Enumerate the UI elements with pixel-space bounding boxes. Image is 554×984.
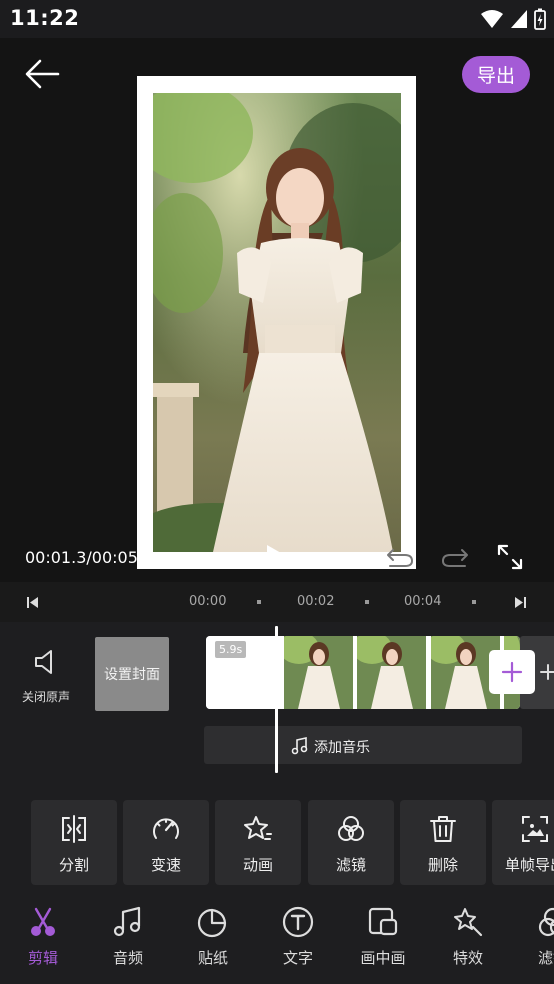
scissors-icon <box>31 907 55 936</box>
skip-to-start-icon[interactable] <box>26 596 39 609</box>
tab-label: 贴纸 <box>197 949 228 967</box>
delete-icon <box>430 816 456 842</box>
tab-label: 滤镜 <box>537 949 554 967</box>
skip-to-end-icon[interactable] <box>514 596 527 609</box>
clip-thumbnail <box>284 636 353 709</box>
tab-label: 特效 <box>452 949 483 967</box>
timecode: 00:01.3/00:05 <box>25 548 138 567</box>
video-track[interactable]: 5.9s <box>206 636 520 709</box>
add-music-track[interactable]: 添加音乐 <box>204 726 522 764</box>
music-note-icon <box>113 906 141 937</box>
preview-area <box>0 38 554 582</box>
clip-thumbnail <box>357 636 426 709</box>
redo-icon[interactable] <box>440 545 470 569</box>
clip-duration-badge: 5.9s <box>215 641 247 658</box>
split-icon <box>62 815 86 843</box>
tool-label: 动画 <box>242 856 273 874</box>
delete-button[interactable]: 删除 <box>400 800 486 885</box>
tab-label: 画中画 <box>360 949 406 967</box>
tool-label: 滤镜 <box>335 856 366 874</box>
mute-original-audio-button[interactable]: 关闭原声 <box>14 646 78 710</box>
tab-audio[interactable]: 音频 <box>92 906 162 972</box>
export-button[interactable]: 导出 <box>462 56 530 93</box>
battery-icon <box>534 8 546 30</box>
status-icons <box>480 7 546 31</box>
tool-label: 单帧导出 <box>504 856 554 874</box>
tab-edit[interactable]: 剪辑 <box>7 906 77 972</box>
ruler-dot <box>257 600 261 604</box>
sticker-icon <box>197 908 227 938</box>
tool-label: 分割 <box>58 856 89 874</box>
tab-label: 剪辑 <box>27 949 58 967</box>
video-preview-frame[interactable] <box>137 76 416 569</box>
status-bar: 11:22 <box>0 0 554 38</box>
tab-picture-in-picture[interactable]: 画中画 <box>347 906 417 972</box>
animation-icon <box>244 816 272 840</box>
speed-icon <box>153 818 179 839</box>
effects-icon <box>454 908 483 937</box>
undo-icon[interactable] <box>385 545 415 569</box>
tab-sticker[interactable]: 贴纸 <box>177 906 247 972</box>
music-note-icon <box>291 737 308 755</box>
tab-text[interactable]: 文字 <box>262 906 332 972</box>
ruler-label: 00:02 <box>297 594 335 609</box>
animation-button[interactable]: 动画 <box>215 800 301 885</box>
ruler-dot <box>472 600 476 604</box>
tool-label: 删除 <box>427 856 458 874</box>
speed-button[interactable]: 变速 <box>123 800 209 885</box>
ruler-dot <box>365 600 369 604</box>
filter-icon <box>338 816 364 841</box>
picture-in-picture-icon <box>368 907 398 936</box>
wifi-icon <box>481 10 503 28</box>
status-time: 11:22 <box>10 6 80 30</box>
plus-icon <box>501 661 523 683</box>
preview-photo <box>153 93 401 552</box>
ruler-label: 00:04 <box>404 594 442 609</box>
frame-export-button[interactable]: 单帧导出 <box>492 800 554 885</box>
tab-filter[interactable]: 滤镜 <box>517 906 554 972</box>
fullscreen-icon[interactable] <box>496 543 524 571</box>
text-icon <box>282 906 314 938</box>
ruler-label: 00:00 <box>189 594 227 609</box>
tool-label: 变速 <box>150 856 181 874</box>
tab-effects[interactable]: 特效 <box>432 906 502 972</box>
frame-export-icon <box>522 816 548 842</box>
split-button[interactable]: 分割 <box>31 800 117 885</box>
add-clip-button[interactable] <box>489 650 535 694</box>
plus-icon[interactable] <box>539 660 554 684</box>
play-icon[interactable] <box>264 543 290 571</box>
speaker-icon <box>35 650 52 674</box>
set-cover-button[interactable]: 设置封面 <box>95 637 169 711</box>
signal-icon <box>511 10 527 28</box>
tab-label: 音频 <box>112 949 143 967</box>
add-music-label: 添加音乐 <box>314 740 370 756</box>
filter-icon <box>538 907 554 937</box>
tab-label: 文字 <box>282 949 313 967</box>
timeline-ruler[interactable] <box>0 582 554 622</box>
playhead[interactable] <box>275 626 278 773</box>
mute-label: 关闭原声 <box>21 690 70 704</box>
filter-button[interactable]: 滤镜 <box>308 800 394 885</box>
back-arrow-icon[interactable] <box>24 56 62 92</box>
